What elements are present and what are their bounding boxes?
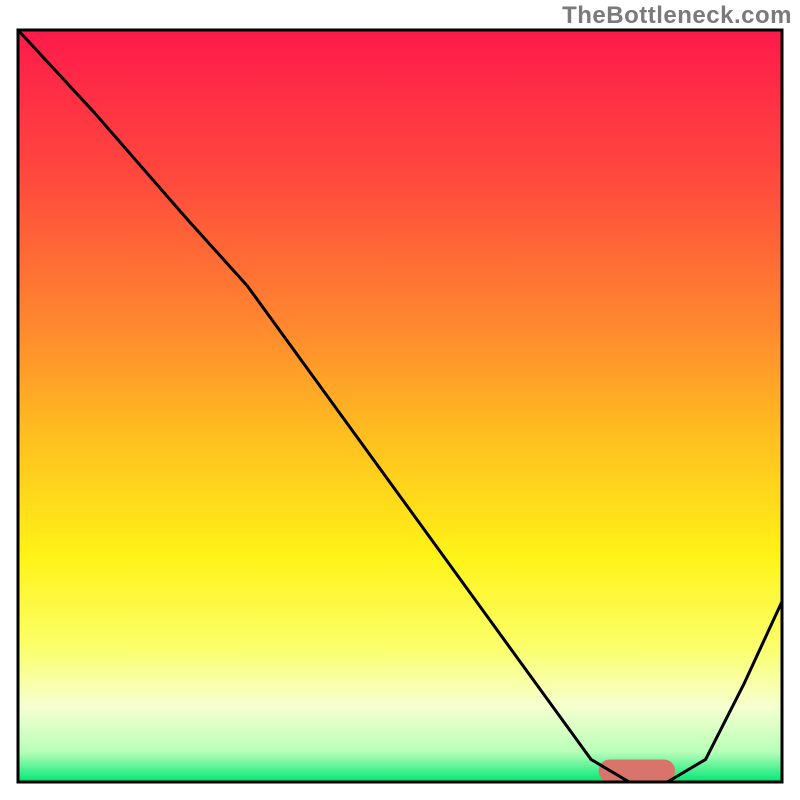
bottleneck-chart: TheBottleneck.com bbox=[0, 0, 800, 800]
chart-svg bbox=[0, 0, 800, 800]
gradient-background bbox=[18, 30, 782, 782]
watermark-text: TheBottleneck.com bbox=[562, 2, 792, 30]
